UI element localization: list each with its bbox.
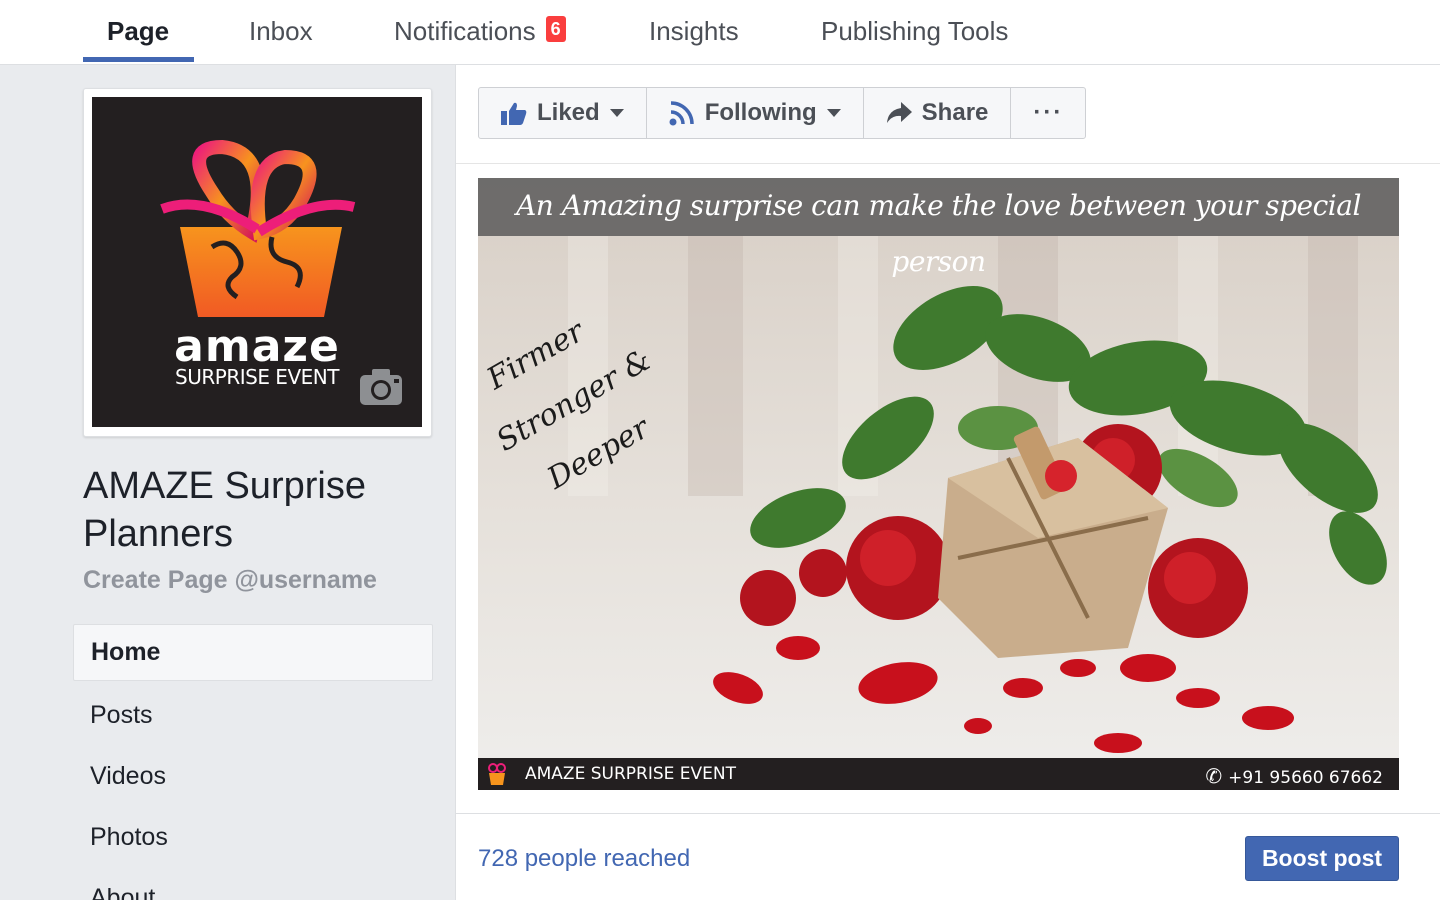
- sidebar-item-label: Home: [91, 638, 161, 666]
- phone-icon: ✆: [1205, 764, 1223, 788]
- share-arrow-icon: [886, 102, 912, 123]
- active-tab-indicator: [83, 57, 194, 62]
- tab-page-label: Page: [107, 16, 170, 46]
- sidebar-item-home[interactable]: Home: [73, 624, 433, 681]
- tab-page[interactable]: Page: [107, 0, 169, 63]
- rss-icon: [669, 101, 694, 126]
- divider: [456, 163, 1440, 164]
- more-options-button[interactable]: ···: [1011, 88, 1085, 138]
- page-sidebar-nav: Home Posts Videos Photos About: [73, 624, 433, 900]
- page-tab-bar: Page Inbox Notifications 6 Insights Publ…: [0, 0, 1440, 65]
- divider: [456, 813, 1440, 814]
- image-footer-strip: AMAZE SURPRISE EVENT ✆ +91 95660 67662: [478, 758, 1399, 790]
- thumbs-up-icon: [501, 102, 527, 125]
- sidebar-item-label: Posts: [90, 701, 153, 729]
- profile-picture-frame[interactable]: amaze SURPRISE EVENT: [83, 88, 432, 437]
- more-icon: ···: [1033, 99, 1064, 126]
- page-title: AMAZE Surprise Planners: [83, 465, 366, 555]
- following-label: Following: [704, 99, 817, 126]
- sidebar-item-videos[interactable]: Videos: [73, 746, 433, 807]
- tab-publishing-tools-label: Publishing Tools: [821, 16, 1009, 46]
- tab-notifications[interactable]: Notifications 6: [394, 0, 566, 63]
- post-card: Liked Following Share ··· An Amazing sur…: [455, 65, 1440, 900]
- post-image[interactable]: An Amazing surprise can make the love be…: [478, 178, 1399, 790]
- notification-count-badge: 6: [545, 15, 566, 42]
- people-reached-link[interactable]: 728 people reached: [478, 845, 690, 873]
- liked-label: Liked: [537, 99, 600, 126]
- phone-number: +91 95660 67662: [1228, 768, 1383, 788]
- image-footer-phone: ✆ +91 95660 67662: [1205, 764, 1383, 788]
- gift-logo-mini-icon: [488, 763, 506, 785]
- tab-publishing-tools[interactable]: Publishing Tools: [821, 0, 1008, 63]
- following-button[interactable]: Following: [647, 88, 864, 138]
- sidebar-item-photos[interactable]: Photos: [73, 807, 433, 868]
- tab-inbox-label: Inbox: [249, 16, 313, 46]
- share-label: Share: [921, 99, 989, 126]
- boost-post-button[interactable]: Boost post: [1245, 836, 1399, 881]
- camera-icon[interactable]: [358, 367, 404, 407]
- sidebar-item-label: Photos: [90, 823, 168, 851]
- liked-button[interactable]: Liked: [479, 88, 647, 138]
- tab-notifications-label: Notifications: [394, 16, 536, 46]
- tab-inbox[interactable]: Inbox: [249, 0, 313, 63]
- share-button[interactable]: Share: [864, 88, 1012, 138]
- sidebar-item-about[interactable]: About: [73, 868, 433, 900]
- sidebar-item-label: About: [90, 884, 156, 900]
- chevron-down-icon: [609, 109, 624, 117]
- image-caption: An Amazing surprise can make the love be…: [478, 178, 1399, 278]
- create-username-link[interactable]: Create Page @username: [83, 566, 377, 595]
- tab-insights-label: Insights: [649, 16, 739, 46]
- sidebar-item-posts[interactable]: Posts: [73, 685, 433, 746]
- image-footer-name: AMAZE SURPRISE EVENT: [525, 764, 736, 784]
- sidebar-item-label: Videos: [90, 762, 166, 790]
- tab-insights[interactable]: Insights: [649, 0, 739, 63]
- page-action-bar: Liked Following Share ···: [478, 87, 1087, 139]
- profile-picture[interactable]: amaze SURPRISE EVENT: [92, 97, 422, 427]
- chevron-down-icon: [826, 109, 841, 117]
